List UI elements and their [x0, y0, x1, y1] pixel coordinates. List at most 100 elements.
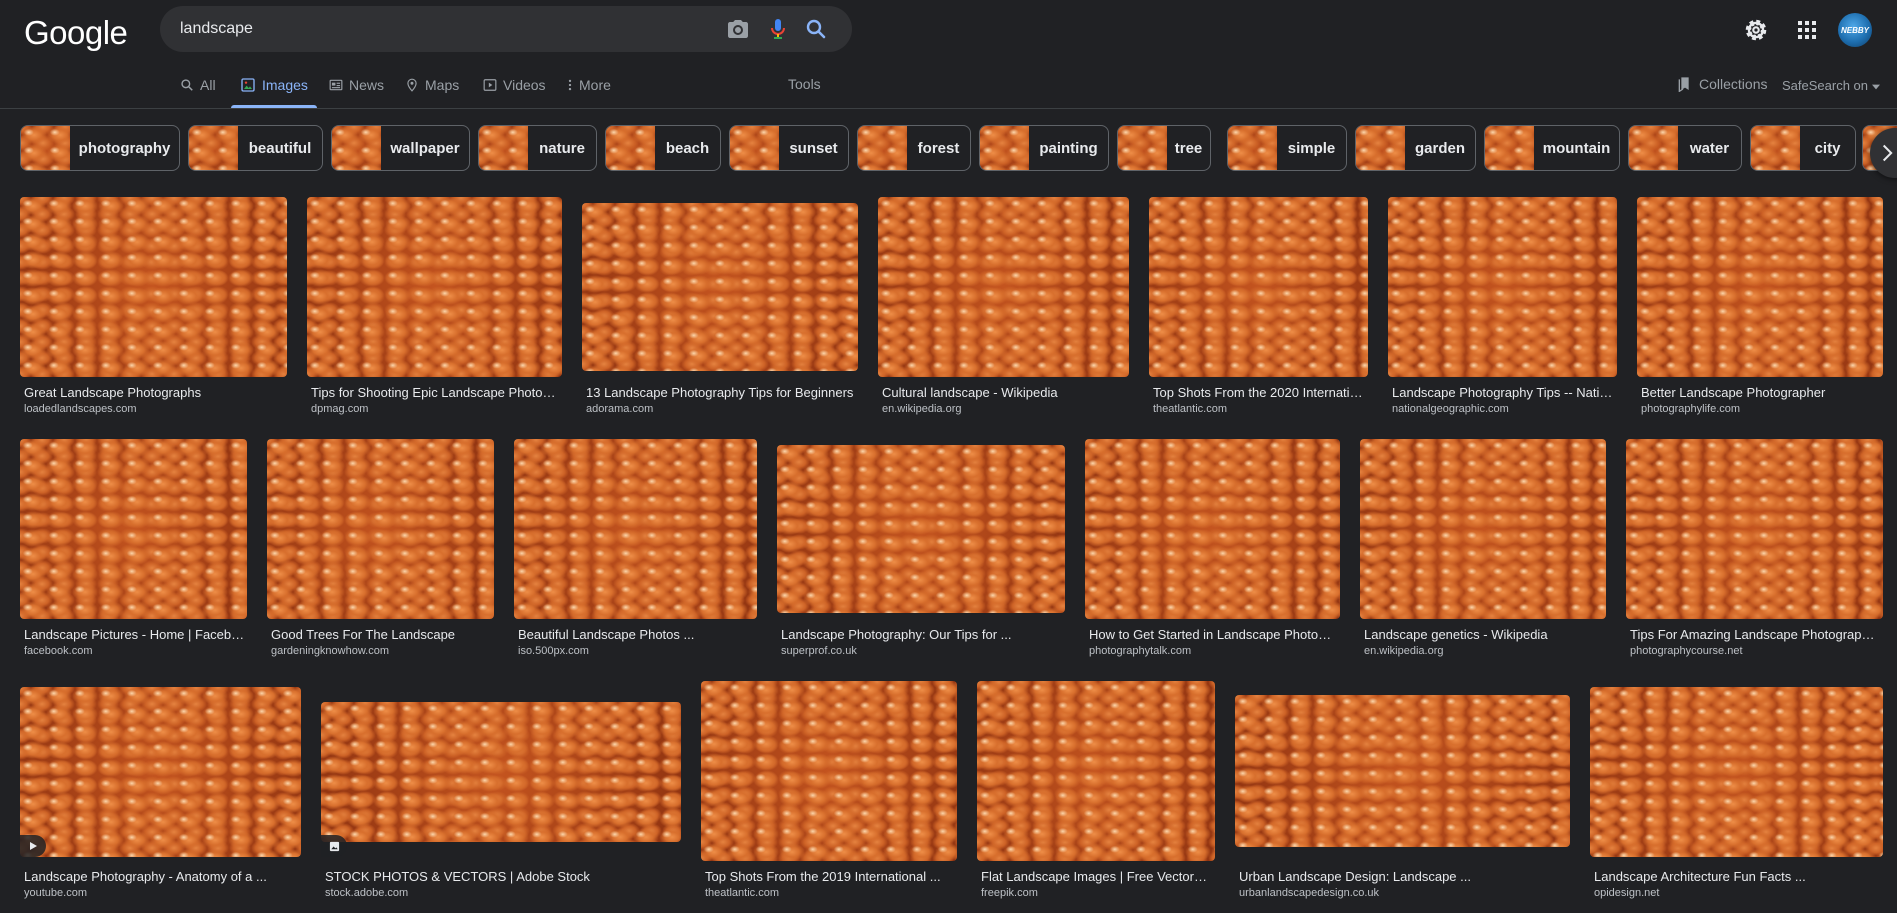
chip-photography[interactable]: photography: [20, 125, 180, 171]
search-box[interactable]: landscape: [160, 6, 852, 52]
result-title[interactable]: 13 Landscape Photography Tips for Beginn…: [586, 385, 856, 400]
result-thumbnail[interactable]: [1590, 687, 1883, 857]
result-thumbnail[interactable]: [1149, 197, 1368, 377]
image-result[interactable]: Cultural landscape - Wikipedia en.wikipe…: [878, 197, 1129, 419]
result-thumbnail[interactable]: [1360, 439, 1606, 619]
result-source[interactable]: superprof.co.uk: [781, 645, 857, 657]
safesearch-toggle[interactable]: SafeSearch on: [1782, 78, 1880, 93]
image-result[interactable]: Better Landscape Photographer photograph…: [1637, 197, 1883, 419]
chip-tree[interactable]: tree: [1117, 125, 1211, 171]
chip-city[interactable]: city: [1750, 125, 1856, 171]
chip-nature[interactable]: nature: [478, 125, 597, 171]
result-title[interactable]: Great Landscape Photographs: [24, 385, 284, 400]
chip-wallpaper[interactable]: wallpaper: [331, 125, 470, 171]
search-input[interactable]: landscape: [180, 20, 253, 38]
result-thumbnail[interactable]: [1637, 197, 1883, 377]
result-thumbnail[interactable]: [582, 203, 858, 371]
image-result[interactable]: Landscape Architecture Fun Facts ... opi…: [1590, 681, 1883, 903]
image-result[interactable]: Landscape Pictures - Home | Facebook fac…: [20, 439, 247, 661]
result-title[interactable]: Landscape Photography: Our Tips for ...: [781, 627, 1063, 642]
tab-videos[interactable]: Videos: [483, 76, 546, 94]
result-thumbnail[interactable]: [878, 197, 1129, 377]
chip-beach[interactable]: beach: [605, 125, 721, 171]
result-title[interactable]: Cultural landscape - Wikipedia: [882, 385, 1128, 400]
result-thumbnail[interactable]: [701, 681, 957, 861]
tab-more[interactable]: More: [567, 76, 611, 94]
image-result[interactable]: Landscape Photography Tips -- National .…: [1388, 197, 1617, 419]
result-thumbnail[interactable]: [1085, 439, 1340, 619]
result-thumbnail[interactable]: [20, 687, 301, 857]
image-result[interactable]: Top Shots From the 2019 International ..…: [701, 681, 957, 903]
chip-simple[interactable]: simple: [1227, 125, 1347, 171]
camera-icon[interactable]: [726, 17, 750, 41]
result-source[interactable]: opidesign.net: [1594, 887, 1659, 899]
result-title[interactable]: Good Trees For The Landscape: [271, 627, 493, 642]
result-thumbnail[interactable]: [777, 445, 1065, 613]
result-source[interactable]: iso.500px.com: [518, 645, 589, 657]
result-title[interactable]: Beautiful Landscape Photos ...: [518, 627, 756, 642]
result-title[interactable]: Tips for Shooting Epic Landscape Photos …: [311, 385, 561, 400]
tab-all[interactable]: All: [180, 76, 216, 94]
result-title[interactable]: Landscape Photography - Anatomy of a ...: [24, 869, 299, 884]
chip-sunset[interactable]: sunset: [729, 125, 849, 171]
result-thumbnail[interactable]: [307, 197, 562, 377]
result-source[interactable]: photographytalk.com: [1089, 645, 1191, 657]
result-source[interactable]: gardeningknowhow.com: [271, 645, 389, 657]
chip-mountain[interactable]: mountain: [1484, 125, 1620, 171]
result-source[interactable]: adorama.com: [586, 403, 653, 415]
result-source[interactable]: youtube.com: [24, 887, 87, 899]
image-result[interactable]: STOCK PHOTOS & VECTORS | Adobe Stock sto…: [321, 681, 681, 903]
result-source[interactable]: stock.adobe.com: [325, 887, 408, 899]
result-source[interactable]: dpmag.com: [311, 403, 368, 415]
result-title[interactable]: Urban Landscape Design: Landscape ...: [1239, 869, 1568, 884]
result-title[interactable]: Top Shots From the 2020 International ..…: [1153, 385, 1366, 400]
search-icon[interactable]: [804, 17, 828, 41]
chip-forest[interactable]: forest: [857, 125, 971, 171]
avatar[interactable]: NEBBY: [1838, 13, 1872, 47]
result-thumbnail[interactable]: [977, 681, 1215, 861]
chip-beautiful[interactable]: beautiful: [188, 125, 323, 171]
result-thumbnail[interactable]: [20, 439, 247, 619]
result-source[interactable]: theatlantic.com: [1153, 403, 1227, 415]
result-title[interactable]: Landscape genetics - Wikipedia: [1364, 627, 1604, 642]
result-source[interactable]: facebook.com: [24, 645, 92, 657]
image-result[interactable]: Great Landscape Photographs loadedlandsc…: [20, 197, 287, 419]
result-title[interactable]: Flat Landscape Images | Free Vectors ...: [981, 869, 1213, 884]
image-result[interactable]: Tips For Amazing Landscape Photography .…: [1626, 439, 1883, 661]
result-thumbnail[interactable]: [1388, 197, 1617, 377]
tab-news[interactable]: News: [329, 76, 384, 94]
image-result[interactable]: Landscape Photography: Our Tips for ... …: [777, 439, 1065, 661]
image-result[interactable]: How to Get Started in Landscape Photogra…: [1085, 439, 1340, 661]
apps-grid-icon[interactable]: [1795, 18, 1819, 42]
result-thumbnail[interactable]: [267, 439, 494, 619]
result-thumbnail[interactable]: [20, 197, 287, 377]
image-result[interactable]: Urban Landscape Design: Landscape ... ur…: [1235, 681, 1570, 903]
result-title[interactable]: Landscape Architecture Fun Facts ...: [1594, 869, 1881, 884]
chip-water[interactable]: water: [1628, 125, 1742, 171]
tools-button[interactable]: Tools: [788, 76, 821, 92]
image-result[interactable]: Flat Landscape Images | Free Vectors ...…: [977, 681, 1215, 903]
image-result[interactable]: 13 Landscape Photography Tips for Beginn…: [582, 197, 858, 419]
result-thumbnail[interactable]: [321, 702, 681, 842]
result-title[interactable]: Tips For Amazing Landscape Photography .…: [1630, 627, 1881, 642]
collections-button[interactable]: Collections: [1677, 76, 1767, 92]
gear-icon[interactable]: [1743, 17, 1769, 43]
result-title[interactable]: Landscape Photography Tips -- National .…: [1392, 385, 1614, 400]
result-source[interactable]: photographycourse.net: [1630, 645, 1743, 657]
result-source[interactable]: nationalgeographic.com: [1392, 403, 1509, 415]
tab-images[interactable]: Images: [240, 76, 308, 94]
google-logo[interactable]: Google: [24, 14, 128, 52]
result-title[interactable]: STOCK PHOTOS & VECTORS | Adobe Stock: [325, 869, 679, 884]
chip-painting[interactable]: painting: [979, 125, 1109, 171]
image-result[interactable]: Landscape Photography - Anatomy of a ...…: [20, 681, 301, 903]
tab-maps[interactable]: Maps: [405, 76, 459, 94]
result-title[interactable]: Top Shots From the 2019 International ..…: [705, 869, 955, 884]
result-source[interactable]: freepik.com: [981, 887, 1038, 899]
image-result[interactable]: Beautiful Landscape Photos ... iso.500px…: [514, 439, 757, 661]
result-source[interactable]: theatlantic.com: [705, 887, 779, 899]
result-title[interactable]: Landscape Pictures - Home | Facebook: [24, 627, 246, 642]
image-result[interactable]: Good Trees For The Landscape gardeningkn…: [267, 439, 494, 661]
chip-garden[interactable]: garden: [1355, 125, 1476, 171]
result-source[interactable]: photographylife.com: [1641, 403, 1740, 415]
result-source[interactable]: en.wikipedia.org: [1364, 645, 1444, 657]
